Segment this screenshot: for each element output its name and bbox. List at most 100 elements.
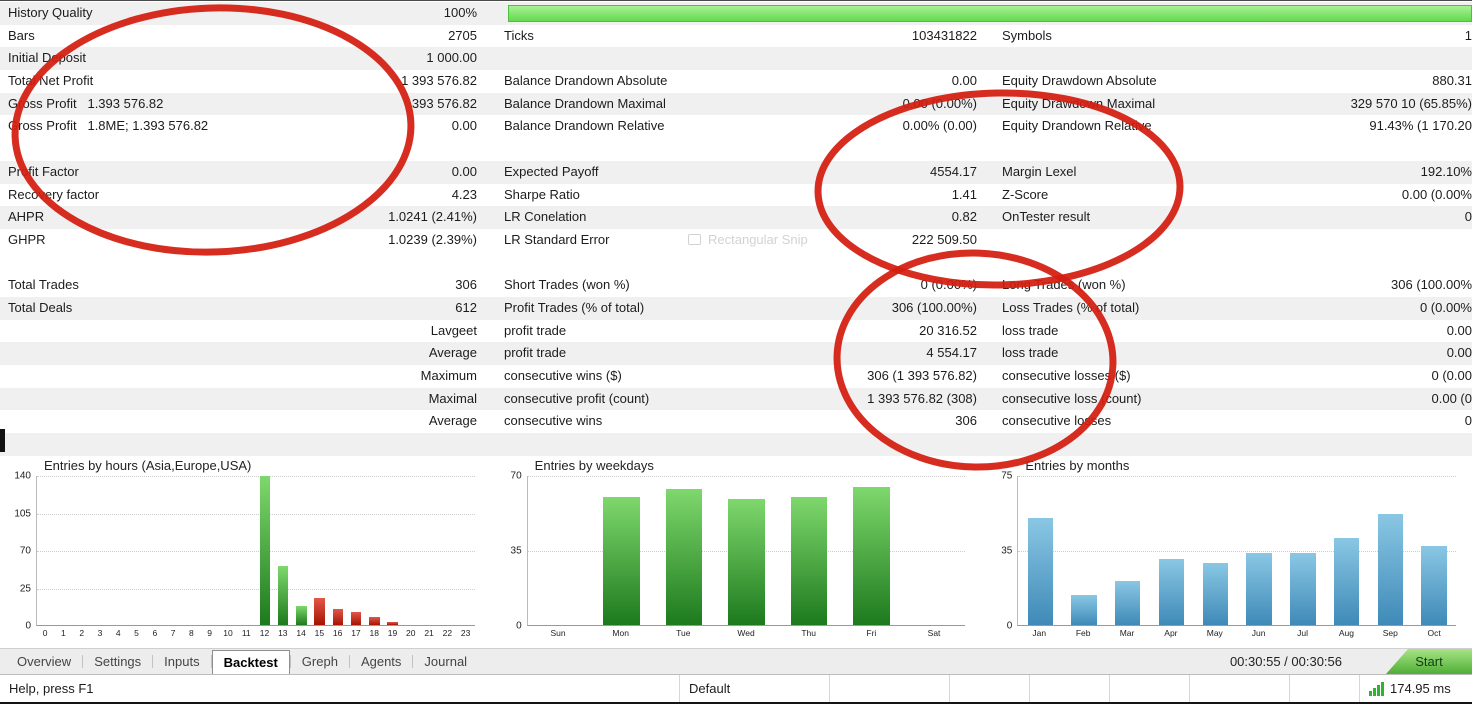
charts-section: Entries by hours (Asia,Europe,USA) 140 10… bbox=[0, 456, 1472, 648]
profile-selector[interactable]: Default bbox=[680, 675, 830, 702]
stat-value: Maximum bbox=[420, 368, 477, 383]
stat-label: Short Trades (won %) bbox=[504, 277, 630, 293]
stat-value: 0.00 (0.00% bbox=[1401, 186, 1472, 202]
plot-area bbox=[1017, 476, 1457, 626]
bar bbox=[1158, 559, 1185, 625]
tab-agents[interactable]: Agents bbox=[350, 649, 412, 674]
bar bbox=[790, 497, 828, 625]
x-tick-label: Aug bbox=[1338, 628, 1354, 638]
y-tick-label: 35 bbox=[510, 545, 522, 557]
status-bar: Help, press F1 Default 174.95 ms bbox=[0, 674, 1472, 704]
stat-label: History Quality bbox=[8, 5, 93, 20]
left-edge-mark bbox=[0, 429, 5, 452]
x-tick-label: 13 bbox=[278, 628, 288, 638]
bar-slot bbox=[420, 476, 438, 625]
bar bbox=[853, 486, 890, 625]
stats-row: Bars 2705 Ticks 103431822 Symbols 1 bbox=[0, 25, 1472, 48]
plot-area bbox=[36, 476, 475, 626]
stat-label: Recovery factor bbox=[8, 186, 100, 202]
stat-label: consecutive wins ($) bbox=[504, 368, 622, 383]
x-tick-label: Oct bbox=[1427, 628, 1441, 638]
stat-label: Z-Score bbox=[1002, 186, 1049, 202]
snip-icon bbox=[688, 234, 701, 245]
connection-status: 174.95 ms bbox=[1360, 675, 1472, 702]
stat-value: 91.43% (1 170.20 bbox=[1369, 118, 1472, 134]
status-cell bbox=[950, 675, 1030, 702]
status-cell bbox=[1190, 675, 1290, 702]
stat-label: Expected Payoff bbox=[504, 163, 599, 179]
x-tick-label: 20 bbox=[406, 628, 416, 638]
stats-row bbox=[0, 252, 1472, 275]
bar-slot bbox=[219, 476, 237, 625]
tab-journal[interactable]: Journal bbox=[413, 649, 478, 674]
stat-value: 0 bbox=[1464, 209, 1472, 225]
tab-settings[interactable]: Settings bbox=[83, 649, 152, 674]
x-tick-label: 5 bbox=[134, 628, 139, 638]
stat-value: 103431822 bbox=[911, 27, 977, 43]
tab-inputs[interactable]: Inputs bbox=[153, 649, 210, 674]
x-tick-label: Jul bbox=[1297, 628, 1308, 638]
stat-label: Sharpe Ratio bbox=[504, 186, 580, 202]
stat-label: Profit Factor bbox=[8, 163, 79, 179]
bar bbox=[1377, 513, 1404, 625]
stat-value: 0 bbox=[1464, 413, 1472, 429]
stat-label: consecutive losses ($) bbox=[1002, 368, 1131, 383]
bar-slot bbox=[146, 476, 164, 625]
x-axis: 0 1 2 3 4 5 6 7 8 9 10 11 12 13 14 15 16 17 18 19 20 21 22 23 bbox=[36, 626, 475, 641]
bar bbox=[277, 566, 289, 625]
bar bbox=[1333, 537, 1360, 625]
stat-value: 0.00 (0 bbox=[1431, 390, 1472, 406]
y-tick-label: 0 bbox=[516, 620, 522, 632]
x-axis: Jan Feb Mar Apr May Jun Jul Aug Sep Oct bbox=[1017, 626, 1456, 641]
bar-slot bbox=[1062, 476, 1106, 625]
bar-slot bbox=[653, 476, 716, 625]
bar-slot bbox=[292, 476, 310, 625]
x-tick-label: 11 bbox=[241, 628, 251, 638]
bar-slot bbox=[55, 476, 73, 625]
stats-row: Initial Deposit 1 000.00 bbox=[0, 47, 1472, 71]
y-tick-label: 70 bbox=[510, 470, 522, 482]
bar-slot bbox=[1325, 476, 1369, 625]
x-tick-label: 21 bbox=[424, 628, 434, 638]
x-tick-label: 18 bbox=[369, 628, 379, 638]
start-button[interactable]: Start bbox=[1386, 649, 1472, 674]
tab-greph[interactable]: Greph bbox=[291, 649, 349, 674]
stat-value: 1.41 bbox=[951, 186, 977, 202]
stat-label: Total Trades bbox=[8, 277, 79, 293]
stats-row: Total Trades 306 Short Trades (won %) 0 (0.… bbox=[0, 274, 1472, 297]
x-tick-label: 14 bbox=[296, 628, 306, 638]
chart-title: Entries by weekdays bbox=[534, 458, 654, 473]
stat-label: consecutive losses bbox=[1002, 413, 1112, 429]
stats-row: Profit Factor 0.00 Expected Payoff 4554.17 M… bbox=[0, 160, 1472, 184]
stat-value: 0 (0.00 bbox=[1431, 368, 1472, 383]
stat-label: LR Conelation bbox=[504, 209, 587, 225]
bar-slot bbox=[528, 476, 591, 625]
bar-slot bbox=[438, 476, 456, 625]
x-tick-label: Apr bbox=[1164, 628, 1178, 638]
x-tick-label: Mon bbox=[612, 628, 629, 638]
stats-row: Total Deals 612 Profit Trades (% of total)… bbox=[0, 296, 1472, 320]
stat-value: 1 393 576.82 bbox=[401, 73, 477, 89]
stat-label: Profit Trades (% of total) bbox=[504, 299, 645, 315]
stat-value: 1 bbox=[1464, 27, 1472, 43]
signal-strength-icon bbox=[1369, 681, 1384, 696]
x-tick-label: 8 bbox=[189, 628, 194, 638]
stat-label: loss trade bbox=[1002, 345, 1059, 361]
stat-label: consecutive wins bbox=[504, 413, 603, 429]
tab-backtest[interactable]: Backtest bbox=[211, 650, 290, 674]
chart-entries-by-weekdays: Entries by weekdays 70 35 0 Sun Mon Tue Wed Th… bbox=[491, 456, 982, 648]
bar bbox=[665, 488, 703, 625]
x-tick-label: 1 bbox=[61, 628, 66, 638]
stat-value: 306 (100.00%) bbox=[891, 299, 977, 315]
x-tick-label: 22 bbox=[442, 628, 453, 638]
x-tick-label: Thu bbox=[801, 628, 817, 638]
bar bbox=[387, 621, 398, 625]
stat-value: 0 (0.00% bbox=[1419, 299, 1472, 315]
stat-label: Equity Drandown Relative bbox=[1002, 118, 1152, 134]
x-tick-label: 16 bbox=[332, 628, 343, 638]
tab-overview[interactable]: Overview bbox=[6, 649, 82, 674]
bar-slot bbox=[92, 476, 110, 625]
stat-label: Equity Drawdown Maximal bbox=[1002, 95, 1156, 111]
bar-slot bbox=[1150, 476, 1194, 625]
stat-label: Symbols bbox=[1002, 27, 1052, 43]
